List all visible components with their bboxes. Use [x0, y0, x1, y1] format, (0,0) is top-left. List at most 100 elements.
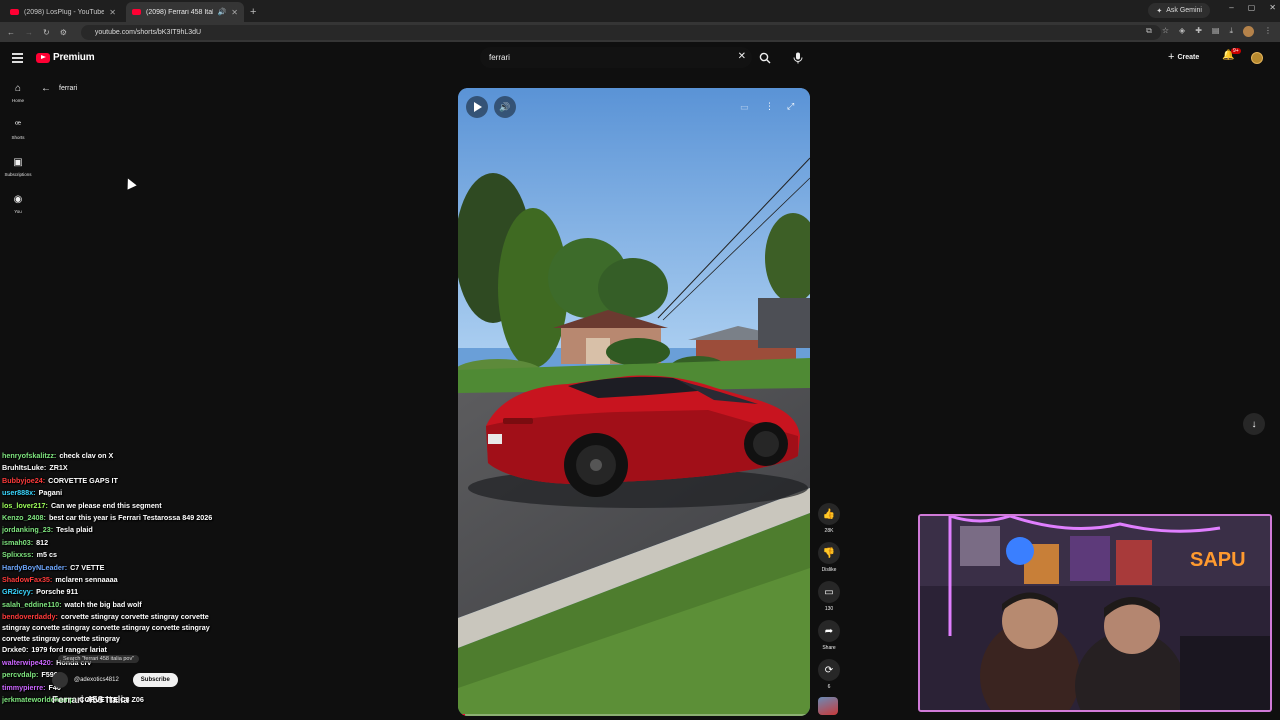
maximize-button[interactable]: ▢ — [1248, 3, 1256, 12]
chat-message: GR2icyy: Porsche 911 — [2, 586, 217, 598]
back-arrow-icon[interactable]: ← — [7, 28, 15, 37]
notification-badge: 9+ — [1231, 48, 1241, 54]
share-action[interactable]: ➦ Share — [816, 620, 842, 659]
search-button[interactable] — [754, 47, 776, 68]
dislike-icon[interactable]: 👎 — [818, 542, 840, 564]
back-to-search[interactable]: ← ferrari — [41, 83, 77, 94]
address-bar[interactable]: youtube.com/shorts/bK3IT9hL3dU — [80, 24, 1161, 40]
video-progress-bar[interactable] — [458, 714, 810, 716]
chat-username: HardyBoyNLeader: — [2, 562, 68, 572]
menu-icon[interactable] — [12, 53, 23, 65]
menu-dots-icon[interactable]: ⋮ — [1264, 26, 1272, 37]
close-tab-icon[interactable]: ✕ — [231, 8, 238, 17]
chat-text: check clav on X — [59, 451, 114, 460]
search-input[interactable]: ferrari ✕ — [480, 47, 752, 68]
chat-username: henryofskalitzz: — [2, 451, 57, 460]
user-avatar[interactable] — [1251, 52, 1263, 64]
back-arrow-icon[interactable]: ← — [41, 83, 51, 94]
guide-item-shorts[interactable]: ꟹ Shorts — [0, 117, 36, 154]
short-actions: 👍 28K 👎 Dislike ▭ 130 ➦ Share ⟳ 6 — [816, 503, 842, 698]
chat-text: CORVETTE GAPS IT — [48, 475, 118, 485]
progress-fill — [458, 714, 466, 716]
close-window-button[interactable]: ✕ — [1269, 3, 1276, 12]
browser-tab-active[interactable]: (2098) Ferrari 458 Italia - Yo 🔊 ✕ — [126, 2, 244, 22]
chat-username: ShadowFax35: — [2, 575, 53, 585]
microphone-icon — [793, 52, 803, 64]
chat-text: m5 cs — [36, 550, 57, 560]
install-app-icon[interactable]: ⧉ — [1146, 26, 1152, 37]
chat-username: GR2icyy: — [2, 587, 34, 597]
chat-username: ismah03: — [2, 537, 34, 547]
comment-icon[interactable]: ▭ — [818, 581, 840, 603]
search-query: ferrari — [489, 53, 510, 62]
close-tab-icon[interactable]: ✕ — [109, 8, 116, 17]
guide-item-you[interactable]: ◉ You — [0, 191, 36, 228]
youtube-premium-logo[interactable]: Premium — [36, 52, 95, 63]
reload-icon[interactable]: ↻ — [43, 28, 50, 37]
arrow-down-icon: ↓ — [1251, 418, 1257, 430]
audio-playing-icon[interactable]: 🔊 — [218, 8, 227, 16]
play-button[interactable] — [466, 96, 488, 118]
ask-gemini-button[interactable]: ✦ Ask Gemini — [1148, 3, 1210, 18]
comments-action[interactable]: ▭ 130 — [816, 581, 842, 620]
chat-text: Tesla plaid — [56, 525, 93, 535]
guide-label: You — [14, 209, 22, 214]
search-suggestion-pill[interactable]: Search "ferrari 458 italia pov" — [58, 655, 140, 663]
chat-username: los_lover217: — [2, 500, 48, 510]
voice-search-button[interactable] — [788, 48, 808, 68]
volume-button[interactable]: 🔊 — [494, 96, 516, 118]
chat-text: C7 VETTE — [70, 562, 105, 572]
download-icon[interactable]: ⤓ — [1229, 26, 1233, 37]
mouse-cursor-icon — [123, 176, 137, 190]
puzzle-icon[interactable]: ✚ — [1195, 26, 1202, 37]
create-button[interactable]: + Create — [1168, 51, 1199, 63]
chat-message: ShadowFax35: mclaren sennaaaa — [2, 574, 217, 586]
sidebar-icon[interactable]: ▤ — [1212, 26, 1220, 37]
chat-text: watch the big bad wolf — [64, 599, 142, 609]
audio-thumbnail[interactable] — [818, 697, 838, 715]
create-label: Create — [1177, 53, 1200, 61]
dislike-action[interactable]: 👎 Dislike — [816, 542, 842, 581]
chat-message: bendoverdaddy: corvette stingray corvette… — [2, 611, 217, 644]
short-video-player[interactable]: 🔊 ▭ ⋮ ⤢ — [458, 88, 810, 716]
clear-search-icon[interactable]: ✕ — [738, 51, 746, 62]
share-label: Share — [822, 645, 836, 651]
shorts-icon: ꟹ — [14, 120, 22, 131]
extension-icons: ⧉ ☆ ◈ ✚ ▤ ⤓ ⋮ — [1146, 26, 1272, 37]
extension-icon[interactable]: ◈ — [1179, 26, 1185, 37]
guide-item-subscriptions[interactable]: ▣ Subscriptions — [0, 154, 36, 191]
subscribe-button[interactable]: Subscribe — [132, 673, 178, 687]
chat-message: Kenzo_2408: best car this year is Ferrari… — [2, 512, 217, 524]
channel-name[interactable]: @adexotics4812 — [74, 677, 119, 683]
chat-username: Kenzo_2408: — [2, 513, 46, 523]
profile-avatar[interactable] — [1243, 26, 1254, 37]
new-tab-button[interactable]: + — [250, 2, 256, 22]
chat-text: ZR1X — [49, 463, 68, 473]
you-icon: ◉ — [13, 194, 23, 205]
url-text: youtube.com/shorts/bK3IT9hL3dU — [94, 28, 202, 36]
channel-avatar[interactable] — [52, 672, 68, 688]
forward-arrow-icon[interactable]: → — [25, 28, 33, 37]
like-action[interactable]: 👍 28K — [816, 503, 842, 542]
chat-username: Splixxss: — [2, 550, 34, 560]
nav-buttons: ← → ↻ ⚙ — [0, 28, 67, 37]
next-short-button[interactable]: ↓ — [1243, 413, 1265, 435]
guide-label: Home — [11, 98, 24, 103]
remix-icon[interactable]: ⟳ — [818, 659, 840, 681]
browser-tab[interactable]: (2098) LosPlug - YouTube ✕ — [4, 2, 122, 22]
chat-username: walterwipe420: — [2, 657, 54, 667]
chat-text: Pagani — [38, 488, 63, 498]
remix-action[interactable]: ⟳ 6 — [816, 659, 842, 698]
chat-text: best car this year is Ferrari Testarossa… — [48, 513, 213, 523]
captions-icon[interactable]: ▭ — [740, 102, 749, 113]
fullscreen-icon[interactable]: ⤢ — [787, 101, 794, 112]
more-options-icon[interactable]: ⋮ — [765, 101, 774, 112]
like-icon[interactable]: 👍 — [818, 503, 840, 525]
svg-text:SAPU: SAPU — [1190, 549, 1246, 571]
share-icon[interactable]: ➦ — [818, 620, 840, 642]
site-info-icon[interactable]: ⚙ — [60, 28, 67, 37]
minimize-button[interactable]: – — [1229, 3, 1233, 12]
streamer-webcam: SAPU — [918, 514, 1272, 712]
bookmark-star-icon[interactable]: ☆ — [1162, 26, 1169, 37]
guide-item-home[interactable]: ⌂ Home — [0, 80, 36, 117]
